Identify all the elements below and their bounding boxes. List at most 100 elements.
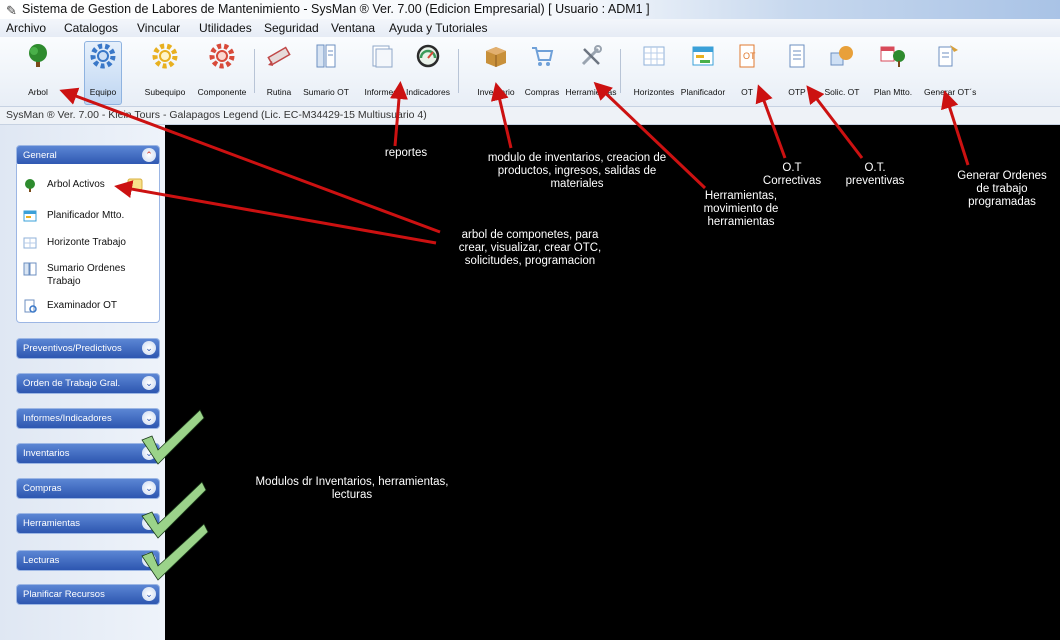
compras-button[interactable]: Compras xyxy=(525,43,559,101)
informes-button[interactable]: Informes xyxy=(364,43,398,101)
menu-catalogos[interactable]: Catalogos xyxy=(64,19,118,37)
sidebar-group-general-label: General xyxy=(23,150,57,161)
menu-seguridad[interactable]: Seguridad xyxy=(264,19,319,37)
annotation-line: de trabajo xyxy=(976,183,1028,195)
sidebar-item-sumario-ordenes[interactable]: Sumario Ordenes Trabajo xyxy=(23,262,153,288)
collapse-icon[interactable]: ⌃ xyxy=(142,148,156,162)
sidebar-group-orden-trabajo[interactable]: Orden de Trabajo Gral. ⌄ xyxy=(16,373,160,394)
sidebar-group-label: Herramientas xyxy=(23,518,81,529)
expand-icon[interactable]: ⌄ xyxy=(142,587,156,601)
sidebar-group-planificar-recursos[interactable]: Planificar Recursos ⌄ xyxy=(16,584,160,605)
sidebar-item-examinador-ot[interactable]: Examinador OT xyxy=(23,299,153,313)
sidebar-group-preventivos[interactable]: Preventivos/Predictivos ⌄ xyxy=(16,338,160,359)
indicadores-button[interactable]: Indicadores xyxy=(406,43,450,101)
sidebar-group-inventarios[interactable]: Inventarios ⌄ xyxy=(16,443,160,464)
license-info-bar: SysMan ® Ver. 7.00 - Klein Tours - Galap… xyxy=(0,107,1060,125)
expand-icon[interactable]: ⌄ xyxy=(142,481,156,495)
planner-icon xyxy=(23,210,37,222)
sumario-ot-button[interactable]: Sumario OT xyxy=(303,43,349,101)
sidebar-group-lecturas[interactable]: Lecturas ⌄ xyxy=(16,550,160,571)
annotation-line: reportes xyxy=(384,147,428,159)
tree-icon xyxy=(29,44,47,67)
annotation-line: modulo de inventarios, creacion de xyxy=(487,152,667,164)
generar-ots-button[interactable]: Generar OT´s xyxy=(924,43,976,101)
menu-archivo[interactable]: Archivo xyxy=(6,19,46,37)
annotation-line: O.T. xyxy=(864,162,886,174)
horizontes-button[interactable]: Horizontes xyxy=(634,43,674,101)
expand-icon[interactable]: ⌄ xyxy=(142,516,156,530)
calendar-tree-icon xyxy=(880,46,905,67)
solic-ot-button[interactable]: Solic. OT xyxy=(825,43,859,101)
license-info-text: SysMan ® Ver. 7.00 - Klein Tours - Galap… xyxy=(6,109,427,121)
otp-button[interactable]: OTP xyxy=(786,43,808,101)
planner-icon xyxy=(692,46,714,66)
arbol-button[interactable]: Arbol xyxy=(22,43,54,101)
equipo-label: Equipo xyxy=(89,87,117,97)
annotation-herramientas: Herramientas, movimiento de herramientas xyxy=(695,190,787,229)
sidebar-group-compras[interactable]: Compras ⌄ xyxy=(16,478,160,499)
inventario-label: Inventario xyxy=(477,87,515,97)
annotation-line: Generar Ordenes xyxy=(957,170,1047,182)
sidebar-group-label: Orden de Trabajo Gral. xyxy=(23,378,121,389)
planificador-button[interactable]: Planificador xyxy=(681,43,725,101)
inventario-button[interactable]: Inventario xyxy=(477,43,515,101)
annotation-line: productos, ingresos, salidas de xyxy=(497,165,657,177)
annotation-arbol: arbol de componetes, para crear, visuali… xyxy=(432,229,628,268)
annotation-generar: Generar Ordenes de trabajo programadas xyxy=(952,170,1052,209)
componente-label: Componente xyxy=(197,87,247,97)
expand-icon[interactable]: ⌄ xyxy=(142,553,156,567)
rutina-button[interactable]: Rutina xyxy=(266,43,292,101)
sidebar-group-informes[interactable]: Informes/Indicadores ⌄ xyxy=(16,408,160,429)
report-icon xyxy=(24,299,37,313)
menu-ventana[interactable]: Ventana xyxy=(331,19,375,37)
document-icon xyxy=(789,44,805,68)
ot-button[interactable]: OT OT xyxy=(736,43,758,101)
sidebar-item-horizonte-trabajo[interactable]: Horizonte Trabajo xyxy=(23,236,153,250)
annotation-line: materiales xyxy=(550,178,604,190)
annotation-line: arbol de componetes, para xyxy=(461,229,599,241)
componente-button[interactable]: Componente xyxy=(198,43,246,101)
compras-label: Compras xyxy=(524,87,560,97)
subequipo-button[interactable]: Subequipo xyxy=(145,43,185,101)
sidebar-group-label: Preventivos/Predictivos xyxy=(23,343,122,354)
plan-mtto-button[interactable]: Plan Mtto. xyxy=(874,43,912,101)
request-icon xyxy=(830,46,853,66)
expand-icon[interactable]: ⌄ xyxy=(142,411,156,425)
expand-icon[interactable]: ⌄ xyxy=(142,446,156,460)
plan-mtto-label: Plan Mtto. xyxy=(873,87,913,97)
sidebar-group-label: Informes/Indicadores xyxy=(23,413,112,424)
herramientas-button[interactable]: Herramientas xyxy=(565,43,617,101)
sidebar-item-planificador-mtto[interactable]: Planificador Mtto. xyxy=(23,209,153,223)
equipo-button[interactable]: Equipo xyxy=(84,41,122,105)
annotation-line: Modulos dr Inventarios, herramientas, xyxy=(255,476,449,488)
gear-icon xyxy=(209,43,235,69)
sidebar-group-herramientas[interactable]: Herramientas ⌄ xyxy=(16,513,160,534)
menu-ayuda[interactable]: Ayuda y Tutoriales xyxy=(389,19,488,37)
annotation-line: preventivas xyxy=(845,175,905,187)
annotation-ot-preventivas: O.T. preventivas xyxy=(840,162,910,188)
sidebar-group-general[interactable]: General ⌃ xyxy=(16,145,160,166)
tools-icon xyxy=(581,45,602,66)
annotation-line: lecturas xyxy=(331,489,373,501)
expand-icon[interactable]: ⌄ xyxy=(142,341,156,355)
annotation-line: programadas xyxy=(968,196,1036,208)
gear-icon xyxy=(152,43,178,69)
sumario-ot-label: Sumario OT xyxy=(303,87,349,97)
menu-utilidades[interactable]: Utilidades xyxy=(199,19,252,37)
gauge-icon xyxy=(416,44,440,68)
generar-ots-label: Generar OT´s xyxy=(924,87,977,97)
sidebar-item-arbol-activos[interactable]: Arbol Activos xyxy=(23,178,153,192)
annotation-modulos: Modulos dr Inventarios, herramientas, le… xyxy=(234,476,470,502)
window-title: Sistema de Gestion de Labores de Manteni… xyxy=(22,2,650,16)
annotation-ot-correctivas: O.T Correctivas xyxy=(757,162,827,188)
sidebar-group-label: Planificar Recursos xyxy=(23,589,105,600)
expand-icon[interactable]: ⌄ xyxy=(142,376,156,390)
solic-ot-label: Solic. OT xyxy=(824,87,860,97)
planificador-label: Planificador xyxy=(680,87,726,97)
menu-vincular[interactable]: Vincular xyxy=(137,19,180,37)
horizontes-label: Horizontes xyxy=(633,87,675,97)
generate-icon xyxy=(938,45,958,67)
toolbar-separator xyxy=(254,49,255,93)
informes-label: Informes xyxy=(364,87,398,97)
annotation-line: Correctivas xyxy=(762,175,822,187)
